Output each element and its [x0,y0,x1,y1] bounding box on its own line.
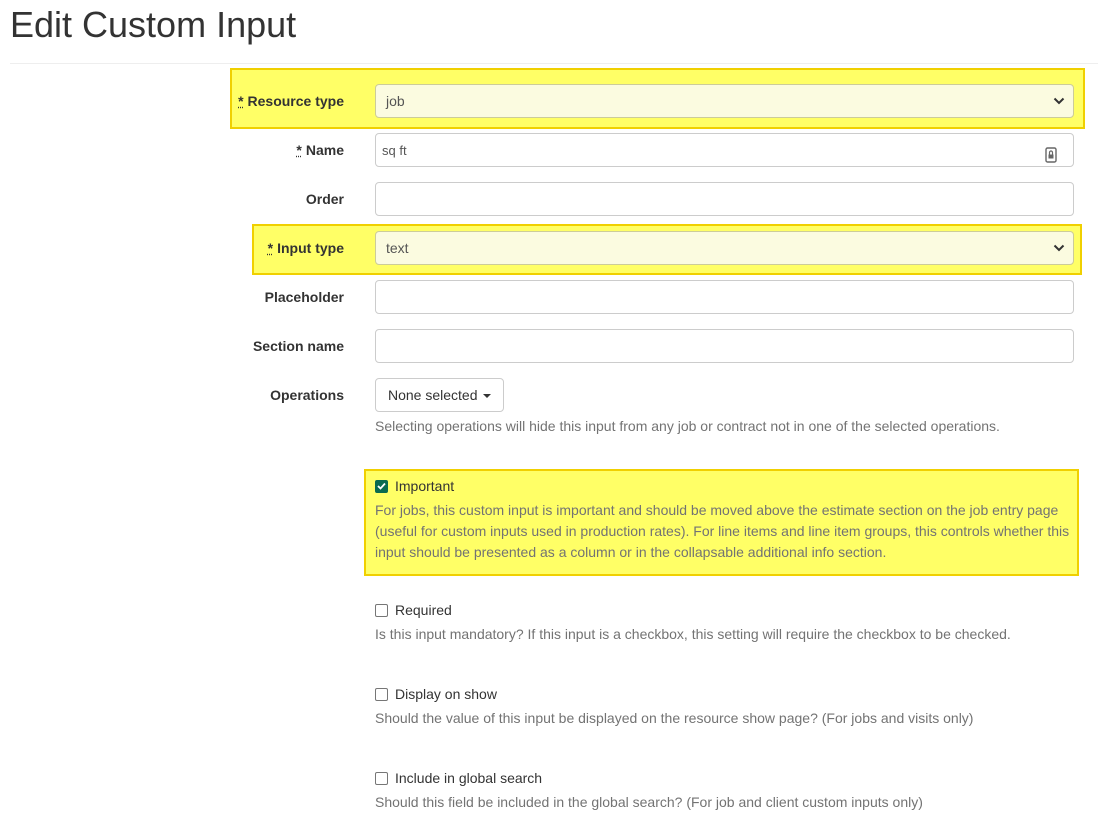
input-type-row: * Input type text [0,231,1098,265]
display-on-show-label[interactable]: Display on show [395,686,497,702]
input-type-value: text [386,240,409,256]
chevron-down-icon [1053,85,1065,117]
operations-row: Operations None selected [0,378,1098,412]
name-row: * Name sq ft [0,133,1098,167]
required-marker: * [267,240,274,256]
chevron-down-icon [1053,232,1065,264]
display-on-show-help: Should the value of this input be displa… [375,710,974,726]
order-row: Order [0,182,1098,216]
checkmark-icon [377,482,386,490]
important-help: For jobs, this custom input is important… [375,502,1070,560]
name-input-value: sq ft [382,143,407,158]
name-input[interactable]: sq ft [375,133,1074,167]
required-help: Is this input mandatory? If this input i… [375,626,1011,642]
caret-down-icon [482,394,491,399]
section-name-label: Section name [252,338,344,354]
placeholder-label: Placeholder [264,289,344,305]
placeholder-row: Placeholder [0,280,1098,314]
resource-type-select[interactable]: job [375,84,1074,118]
section-name-input[interactable] [375,329,1074,363]
required-marker: * [238,93,244,109]
important-label[interactable]: Important [395,478,454,494]
important-checkbox-row: Important [375,476,454,496]
global-search-checkbox[interactable] [375,771,388,785]
title-divider [10,63,1098,64]
keypass-icon[interactable] [1045,142,1057,163]
global-search-help: Should this field be included in the glo… [375,794,923,810]
display-on-show-checkbox[interactable] [375,687,388,701]
input-type-label: * Input type [267,240,344,256]
resource-type-row: * Resource type job [0,84,1098,118]
operations-help: Selecting operations will hide this inpu… [375,418,1000,434]
section-name-row: Section name [0,329,1098,363]
name-label: * Name [296,142,344,158]
required-checkbox-row: Required [375,600,452,620]
important-checkbox[interactable] [375,479,388,493]
required-marker: * [296,142,302,158]
required-label[interactable]: Required [395,602,452,618]
display-on-show-checkbox-row: Display on show [375,684,497,704]
global-search-label[interactable]: Include in global search [395,770,542,786]
resource-type-value: job [386,93,405,109]
required-checkbox[interactable] [375,603,388,617]
order-label: Order [305,191,344,207]
input-type-select[interactable]: text [375,231,1074,265]
operations-label: Operations [270,387,344,403]
order-input[interactable] [375,182,1074,216]
global-search-checkbox-row: Include in global search [375,768,542,788]
operations-multiselect-button[interactable]: None selected [375,378,504,412]
placeholder-input[interactable] [375,280,1074,314]
resource-type-label: * Resource type [238,93,344,109]
page-title: Edit Custom Input [10,4,297,45]
